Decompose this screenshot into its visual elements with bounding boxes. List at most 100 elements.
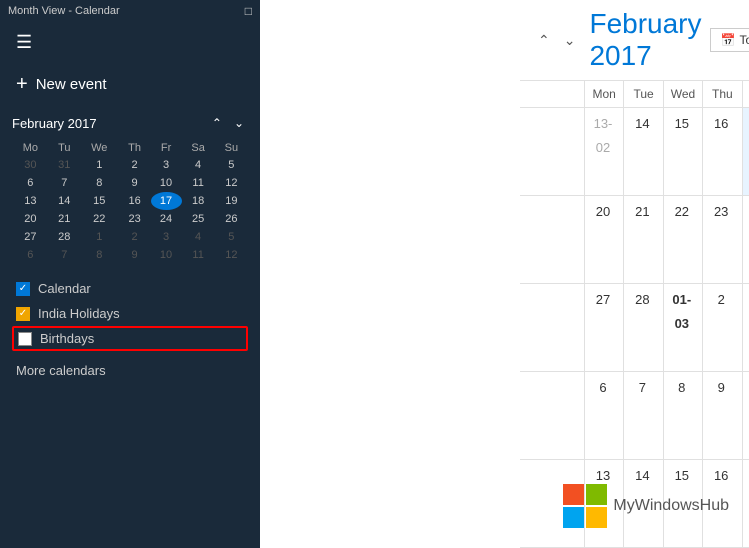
calendar-day-cell[interactable]: 2 xyxy=(703,284,742,371)
calendar-day-cell[interactable]: 28 xyxy=(624,284,663,371)
day-number: 20 xyxy=(591,200,615,224)
mini-cal-day[interactable]: 22 xyxy=(80,210,119,228)
calendar-day-cell[interactable]: 15 xyxy=(664,108,703,195)
mini-cal-day[interactable]: 7 xyxy=(49,174,80,192)
calendar-day-cell[interactable]: 16 xyxy=(703,108,742,195)
window-max-btn[interactable]: □ xyxy=(245,4,252,18)
mini-cal-day[interactable]: 28 xyxy=(49,228,80,246)
mini-cal-day[interactable]: 12 xyxy=(215,246,248,264)
mini-cal-day[interactable]: 14 xyxy=(49,192,80,210)
calendar-day-cell[interactable]: 27 xyxy=(585,284,624,371)
mini-cal-day[interactable]: 25 xyxy=(182,210,215,228)
mini-cal-day[interactable]: 11 xyxy=(182,174,215,192)
mini-cal-day[interactable]: 16 xyxy=(119,192,151,210)
today-button[interactable]: 📅 Today xyxy=(710,28,749,52)
mini-cal-dow-mo: Mo xyxy=(12,140,49,156)
mini-cal-day[interactable]: 10 xyxy=(151,246,182,264)
calendar-item-birthdays[interactable]: Birthdays xyxy=(12,326,248,351)
day-number: 6 xyxy=(591,376,615,400)
calendar-checkbox-birthdays[interactable] xyxy=(18,332,32,346)
mini-cal-day[interactable]: 10 xyxy=(151,174,182,192)
mini-cal-title: February 2017 xyxy=(12,116,97,131)
mini-cal-prev[interactable]: ⌃ xyxy=(208,114,226,132)
hamburger-icon[interactable]: ☰ xyxy=(16,32,32,52)
calendar-item-calendar[interactable]: Calendar xyxy=(12,276,248,301)
mini-cal-day[interactable]: 4 xyxy=(182,228,215,246)
main-header: ⌃ ⌄ February 2017 📅 Today 📅 Day xyxy=(520,0,749,81)
mini-cal-day[interactable]: 27 xyxy=(12,228,49,246)
calendar-day-cell[interactable]: 16 xyxy=(703,460,742,547)
mini-cal-next[interactable]: ⌄ xyxy=(230,114,248,132)
mini-cal-day[interactable]: 5 xyxy=(215,156,248,174)
mini-cal-day[interactable]: 31 xyxy=(49,156,80,174)
mini-cal-day[interactable]: 3 xyxy=(151,156,182,174)
more-calendars-link[interactable]: More calendars xyxy=(0,355,260,386)
mini-cal-day[interactable]: 8 xyxy=(80,174,119,192)
mini-cal-day[interactable]: 15 xyxy=(80,192,119,210)
mini-cal-day[interactable]: 17 xyxy=(151,192,182,210)
calendar-day-cell[interactable]: 14 xyxy=(624,460,663,547)
day-number: 9 xyxy=(709,376,733,400)
calendar-day-cell[interactable]: 3 xyxy=(743,284,749,371)
mini-cal-day[interactable]: 6 xyxy=(12,174,49,192)
mini-cal-day[interactable]: 5 xyxy=(215,228,248,246)
calendar-day-cell[interactable]: 14 xyxy=(624,108,663,195)
mini-cal-day[interactable]: 18 xyxy=(182,192,215,210)
mini-cal-day[interactable]: 21 xyxy=(49,210,80,228)
mini-cal-day[interactable]: 6 xyxy=(12,246,49,264)
calendar-day-cell[interactable]: 8 xyxy=(664,372,703,459)
calendar-day-cell[interactable]: 7 xyxy=(624,372,663,459)
calendar-day-cell[interactable]: 24 xyxy=(743,196,749,283)
week-num xyxy=(520,372,585,459)
plus-icon: + xyxy=(16,73,28,96)
mini-cal-day[interactable]: 24 xyxy=(151,210,182,228)
day-header-mon: Mon xyxy=(585,81,624,107)
mini-cal-day[interactable]: 11 xyxy=(182,246,215,264)
week-num xyxy=(520,196,585,283)
new-event-label: New event xyxy=(36,76,107,93)
calendar-day-cell[interactable]: 01-03 xyxy=(664,284,703,371)
calendar-day-cell[interactable]: 17 xyxy=(743,108,749,195)
mini-cal-dow-we: We xyxy=(80,140,119,156)
mini-cal-day[interactable]: 12 xyxy=(215,174,248,192)
calendar-day-cell[interactable]: 6 xyxy=(585,372,624,459)
mini-cal-day[interactable]: 9 xyxy=(119,174,151,192)
mini-cal-dow-th: Th xyxy=(119,140,151,156)
calendar-day-cell[interactable]: 15 xyxy=(664,460,703,547)
mini-cal-day[interactable]: 1 xyxy=(80,228,119,246)
mini-cal-day[interactable]: 30 xyxy=(12,156,49,174)
mini-cal-day[interactable]: 8 xyxy=(80,246,119,264)
mini-cal-day[interactable]: 1 xyxy=(80,156,119,174)
calendar-item-india[interactable]: India Holidays xyxy=(12,301,248,326)
calendar-day-cell[interactable]: 23 xyxy=(703,196,742,283)
mini-cal-day[interactable]: 3 xyxy=(151,228,182,246)
prev-month-btn[interactable]: ⌃ xyxy=(532,28,556,53)
mini-cal-day[interactable]: 2 xyxy=(119,228,151,246)
new-event-button[interactable]: + New event xyxy=(0,63,260,106)
mini-cal-day[interactable]: 9 xyxy=(119,246,151,264)
calendar-day-cell[interactable]: 10 xyxy=(743,372,749,459)
calendar-day-cell[interactable]: 13-02 xyxy=(585,108,624,195)
mini-cal-day[interactable]: 26 xyxy=(215,210,248,228)
day-header-fri: Fri xyxy=(743,81,749,107)
mini-cal-day[interactable]: 7 xyxy=(49,246,80,264)
mini-cal-day[interactable]: 19 xyxy=(215,192,248,210)
calendar-day-cell[interactable]: 21 xyxy=(624,196,663,283)
calendar-icon: 📅 xyxy=(721,33,736,47)
calendar-checkbox-india[interactable] xyxy=(16,307,30,321)
mini-cal-day[interactable]: 23 xyxy=(119,210,151,228)
mini-cal-day[interactable]: 20 xyxy=(12,210,49,228)
mini-cal-day[interactable]: 2 xyxy=(119,156,151,174)
calendar-day-cell[interactable]: 20 xyxy=(585,196,624,283)
calendar-checkbox-calendar[interactable] xyxy=(16,282,30,296)
day-header-wed: Wed xyxy=(664,81,703,107)
day-number: 2 xyxy=(709,288,733,312)
calendar-day-cell[interactable]: 9 xyxy=(703,372,742,459)
day-number: 14 xyxy=(630,112,654,136)
calendar-day-cell[interactable]: 13 xyxy=(585,460,624,547)
calendar-day-cell[interactable]: 22 xyxy=(664,196,703,283)
calendar-day-cell[interactable]: 17 xyxy=(743,460,749,547)
mini-cal-day[interactable]: 4 xyxy=(182,156,215,174)
mini-cal-day[interactable]: 13 xyxy=(12,192,49,210)
next-month-btn[interactable]: ⌄ xyxy=(558,28,582,53)
